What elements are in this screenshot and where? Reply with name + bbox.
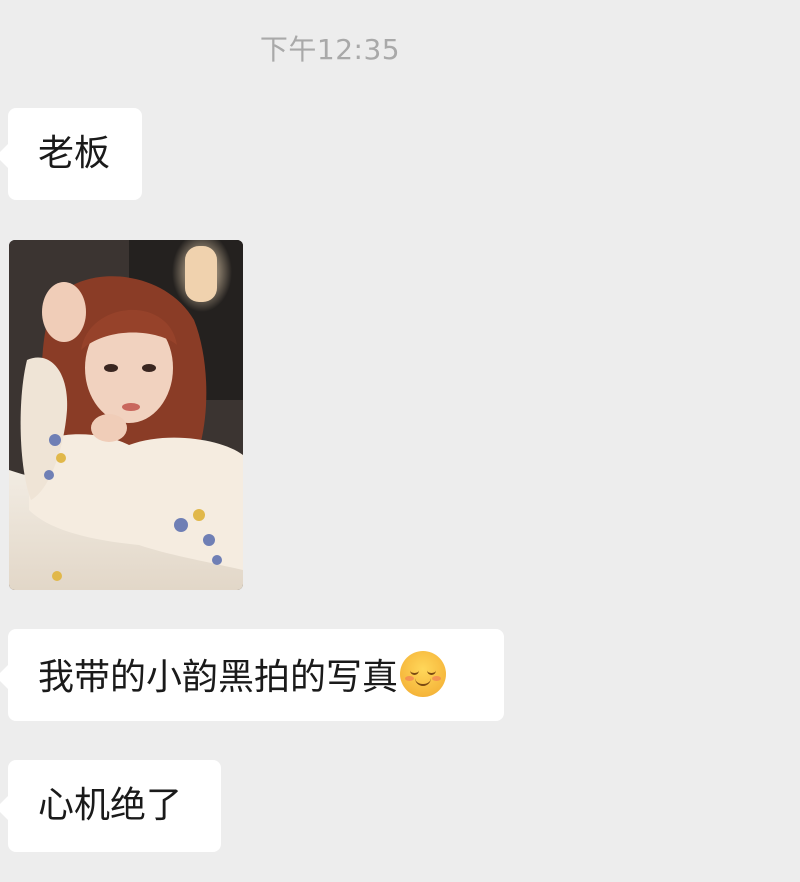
message-text: 老板 bbox=[38, 133, 111, 174]
message-row: 我带的小韵黑拍的写真 bbox=[0, 629, 504, 721]
timestamp: 下午12:35 bbox=[259, 33, 401, 66]
text-bubble[interactable]: 我带的小韵黑拍的写真 bbox=[0, 629, 504, 721]
portrait-photo bbox=[9, 240, 243, 590]
message-text: 心机绝了 bbox=[38, 785, 183, 826]
message-row: 老板 bbox=[0, 108, 142, 200]
relieved-face-emoji bbox=[400, 651, 447, 697]
text-bubble[interactable]: 老板 bbox=[0, 108, 142, 200]
message-row: 心机绝了 bbox=[0, 760, 221, 852]
message-text: 我带的小韵黑拍的写真 bbox=[38, 657, 399, 698]
photo-message[interactable] bbox=[9, 240, 243, 590]
text-bubble[interactable]: 心机绝了 bbox=[0, 760, 221, 852]
